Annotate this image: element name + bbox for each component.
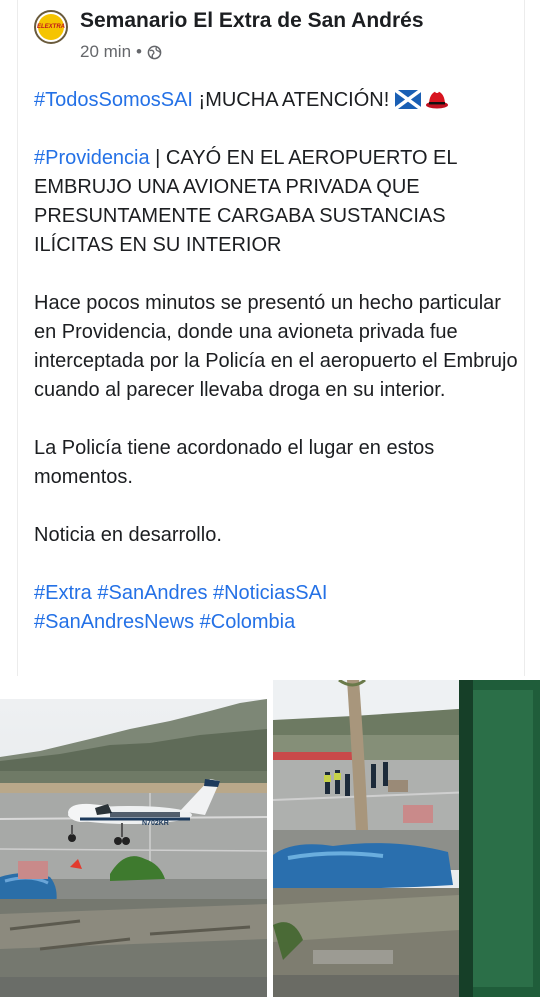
post-header: ELEXTRA Semanario El Extra de San Andrés… xyxy=(18,0,524,70)
hashtag-todossomossai[interactable]: #TodosSomosSAI xyxy=(34,89,193,111)
intro-text: ¡MUCHA ATENCIÓN! xyxy=(192,89,395,111)
red-hat-icon xyxy=(425,89,448,109)
post-timestamp[interactable]: 20 min xyxy=(80,42,131,62)
meta-separator: • xyxy=(136,42,142,61)
page-name-link[interactable]: Semanario El Extra de San Andrés xyxy=(80,9,424,33)
post-paragraph-3: Noticia en desarrollo. xyxy=(34,524,222,546)
page-avatar[interactable]: ELEXTRA xyxy=(34,10,68,44)
globe-icon xyxy=(147,45,162,59)
post-headline: #Providencia | CAYÓ EN EL AEROPUERTO EL … xyxy=(34,144,520,260)
post-body: #TodosSomosSAI ¡MUCHA ATENCIÓN! #Provide… xyxy=(34,86,520,637)
post-card: ELEXTRA Semanario El Extra de San Andrés… xyxy=(17,0,525,676)
post-photos: N702KR xyxy=(0,680,540,997)
flag-scotland-icon xyxy=(394,90,421,109)
hashtags-line-1[interactable]: #Extra #SanAndres #NoticiasSAI xyxy=(34,579,520,608)
hashtags-line-2[interactable]: #SanAndresNews #Colombia xyxy=(34,608,520,637)
post-meta: 20 min • xyxy=(80,42,162,62)
post-paragraph-1: Hace pocos minutos se presentó un hecho … xyxy=(34,292,518,401)
photo-police-scene[interactable] xyxy=(273,680,540,997)
post-line-intro: #TodosSomosSAI ¡MUCHA ATENCIÓN! xyxy=(34,86,520,115)
avatar-logo: ELEXTRA xyxy=(37,14,65,40)
post-paragraph-2: La Policía tiene acordonado el lugar en … xyxy=(34,437,435,488)
plane-registration: N702KR xyxy=(142,820,169,827)
hashtag-providencia[interactable]: #Providencia xyxy=(34,147,150,169)
photo-airplane[interactable]: N702KR xyxy=(0,699,267,997)
